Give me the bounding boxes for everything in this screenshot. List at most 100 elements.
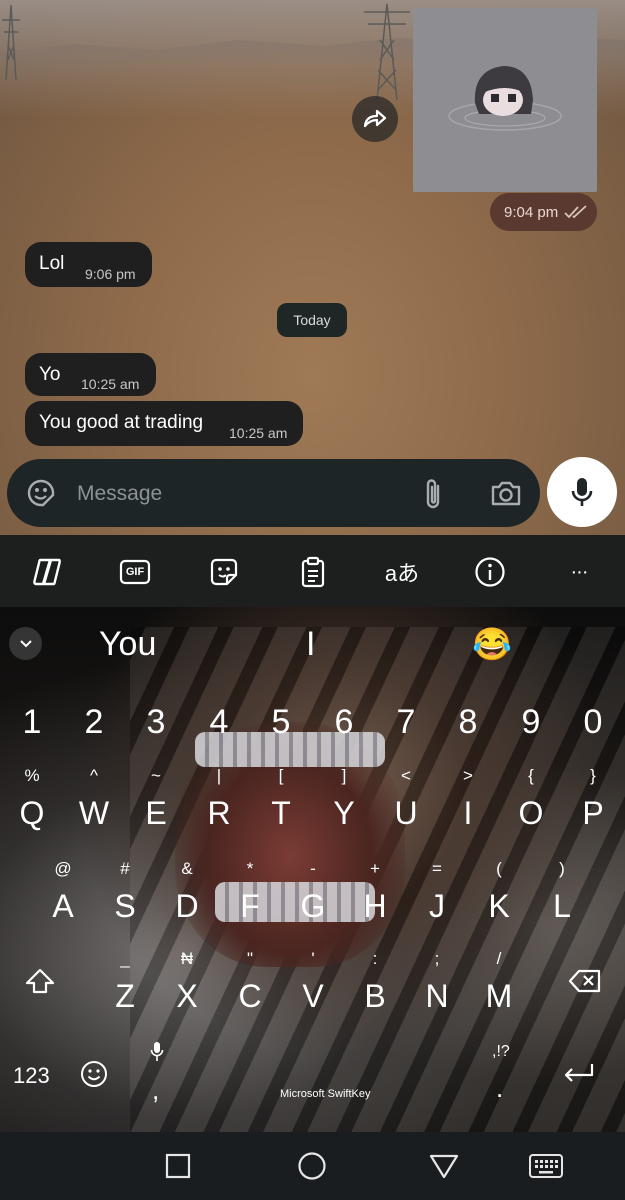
sticker-button[interactable]	[207, 555, 241, 589]
copilot-button[interactable]	[30, 555, 64, 589]
more-options-icon: ···	[570, 560, 589, 583]
message-bubble[interactable]: Lol 9:06 pm	[25, 242, 152, 287]
shift-key[interactable]	[20, 962, 60, 1002]
paperclip-icon[interactable]	[421, 477, 445, 511]
keyboard-toolbar: GIF aあ ···	[0, 535, 625, 607]
home-button[interactable]	[295, 1149, 329, 1183]
key-l[interactable]: ) L	[542, 860, 582, 930]
key-hint: <	[401, 766, 411, 785]
message-input[interactable]: Message	[77, 482, 162, 506]
key-z[interactable]: _ Z	[105, 950, 145, 1020]
key-w[interactable]: ^ W	[74, 767, 114, 837]
sticker-icon	[210, 558, 238, 586]
camera-icon[interactable]	[490, 479, 522, 507]
comma-key[interactable]: ,	[140, 1041, 174, 1105]
suggestion-1[interactable]: You	[99, 625, 156, 664]
collapse-toolbar-button[interactable]	[9, 627, 42, 660]
key-x[interactable]: ₦ X	[167, 950, 207, 1020]
more-options-button[interactable]: ···	[562, 555, 596, 589]
message-composer[interactable]: Message	[7, 459, 540, 527]
enter-icon	[564, 1064, 594, 1082]
navigation-bar	[0, 1132, 625, 1200]
punctuation-hint: ,!?	[492, 1043, 510, 1060]
key-0[interactable]: 0	[573, 703, 613, 742]
key-3[interactable]: 3	[136, 703, 176, 742]
recents-button[interactable]	[161, 1149, 195, 1183]
photo-message[interactable]	[413, 8, 597, 192]
key-label: P	[582, 795, 604, 831]
key-r[interactable]: | R	[199, 767, 239, 837]
key-label: X	[176, 978, 198, 1014]
key-b[interactable]: : B	[355, 950, 395, 1020]
gif-button[interactable]: GIF	[118, 555, 152, 589]
key-d[interactable]: & D	[167, 860, 207, 930]
key-e[interactable]: ~ E	[136, 767, 176, 837]
chat-area: 9:04 pm Lol 9:06 pm Today Yo 10:25 am Yo…	[0, 0, 625, 535]
key-hint: }	[590, 766, 596, 785]
keyboard: You I 😂 1 2 3 4 5 6 7 8 9 0 % Q ^ W ~ E …	[0, 607, 625, 1132]
key-label: W	[78, 795, 110, 831]
key-c[interactable]: " C	[230, 950, 270, 1020]
translate-button[interactable]: aあ	[384, 555, 420, 589]
key-9[interactable]: 9	[511, 703, 551, 742]
key-v[interactable]: ' V	[293, 950, 333, 1020]
key-label: N	[425, 978, 449, 1014]
key-n[interactable]: ; N	[417, 950, 457, 1020]
period-label: .	[496, 1073, 504, 1103]
key-hint: &	[181, 859, 193, 878]
suggestion-2[interactable]: I	[306, 625, 315, 664]
forward-button[interactable]	[352, 96, 398, 142]
key-h[interactable]: + H	[355, 860, 395, 930]
key-label: E	[145, 795, 167, 831]
key-4[interactable]: 4	[199, 703, 239, 742]
key-i[interactable]: > I	[448, 767, 488, 837]
voice-message-button[interactable]	[547, 457, 617, 527]
key-6[interactable]: 6	[324, 703, 364, 742]
key-k[interactable]: ( K	[479, 860, 519, 930]
enter-key[interactable]	[560, 1061, 596, 1087]
message-text: Yo	[39, 364, 61, 385]
key-s[interactable]: # S	[105, 860, 145, 930]
backspace-key[interactable]	[565, 969, 605, 999]
key-label: K	[488, 888, 510, 924]
key-label: L	[553, 888, 571, 924]
key-8[interactable]: 8	[448, 703, 488, 742]
key-label: I	[463, 795, 473, 831]
key-o[interactable]: { O	[511, 767, 551, 837]
keyboard-icon	[529, 1154, 563, 1178]
key-hint: )	[559, 859, 565, 878]
key-label: V	[302, 978, 324, 1014]
keyboard-switch-button[interactable]	[528, 1149, 564, 1183]
key-q[interactable]: % Q	[12, 767, 52, 837]
key-5[interactable]: 5	[261, 703, 301, 742]
symbols-key[interactable]: 123	[13, 1063, 50, 1089]
info-button[interactable]	[473, 555, 507, 589]
suggestion-3[interactable]: 😂	[472, 625, 512, 663]
key-y[interactable]: ] Y	[324, 767, 364, 837]
key-hint: ₦	[180, 949, 194, 968]
microphone-icon	[571, 478, 593, 506]
back-button[interactable]	[427, 1149, 461, 1183]
message-bubble[interactable]: Yo 10:25 am	[25, 353, 156, 396]
clipboard-button[interactable]	[296, 555, 330, 589]
message-bubble[interactable]: You good at trading 10:25 am	[25, 401, 303, 446]
key-m[interactable]: / M	[479, 950, 519, 1020]
forward-icon	[363, 109, 387, 128]
key-7[interactable]: 7	[386, 703, 426, 742]
key-1[interactable]: 1	[12, 703, 52, 742]
period-key[interactable]: ,!? .	[484, 1043, 520, 1103]
key-p[interactable]: } P	[573, 767, 613, 837]
key-g[interactable]: - G	[293, 860, 333, 930]
key-t[interactable]: [ T	[261, 767, 301, 837]
emoji-key[interactable]	[80, 1060, 108, 1088]
sticker-icon[interactable]	[25, 477, 57, 509]
key-hint: _	[120, 949, 130, 968]
key-hint: :	[372, 949, 378, 968]
space-bar[interactable]: Microsoft SwiftKey	[280, 1088, 370, 1100]
key-hint: '	[311, 949, 315, 968]
key-j[interactable]: = J	[417, 860, 457, 930]
key-f[interactable]: * F	[230, 860, 270, 930]
key-a[interactable]: @ A	[43, 860, 83, 930]
key-2[interactable]: 2	[74, 703, 114, 742]
key-u[interactable]: < U	[386, 767, 426, 837]
